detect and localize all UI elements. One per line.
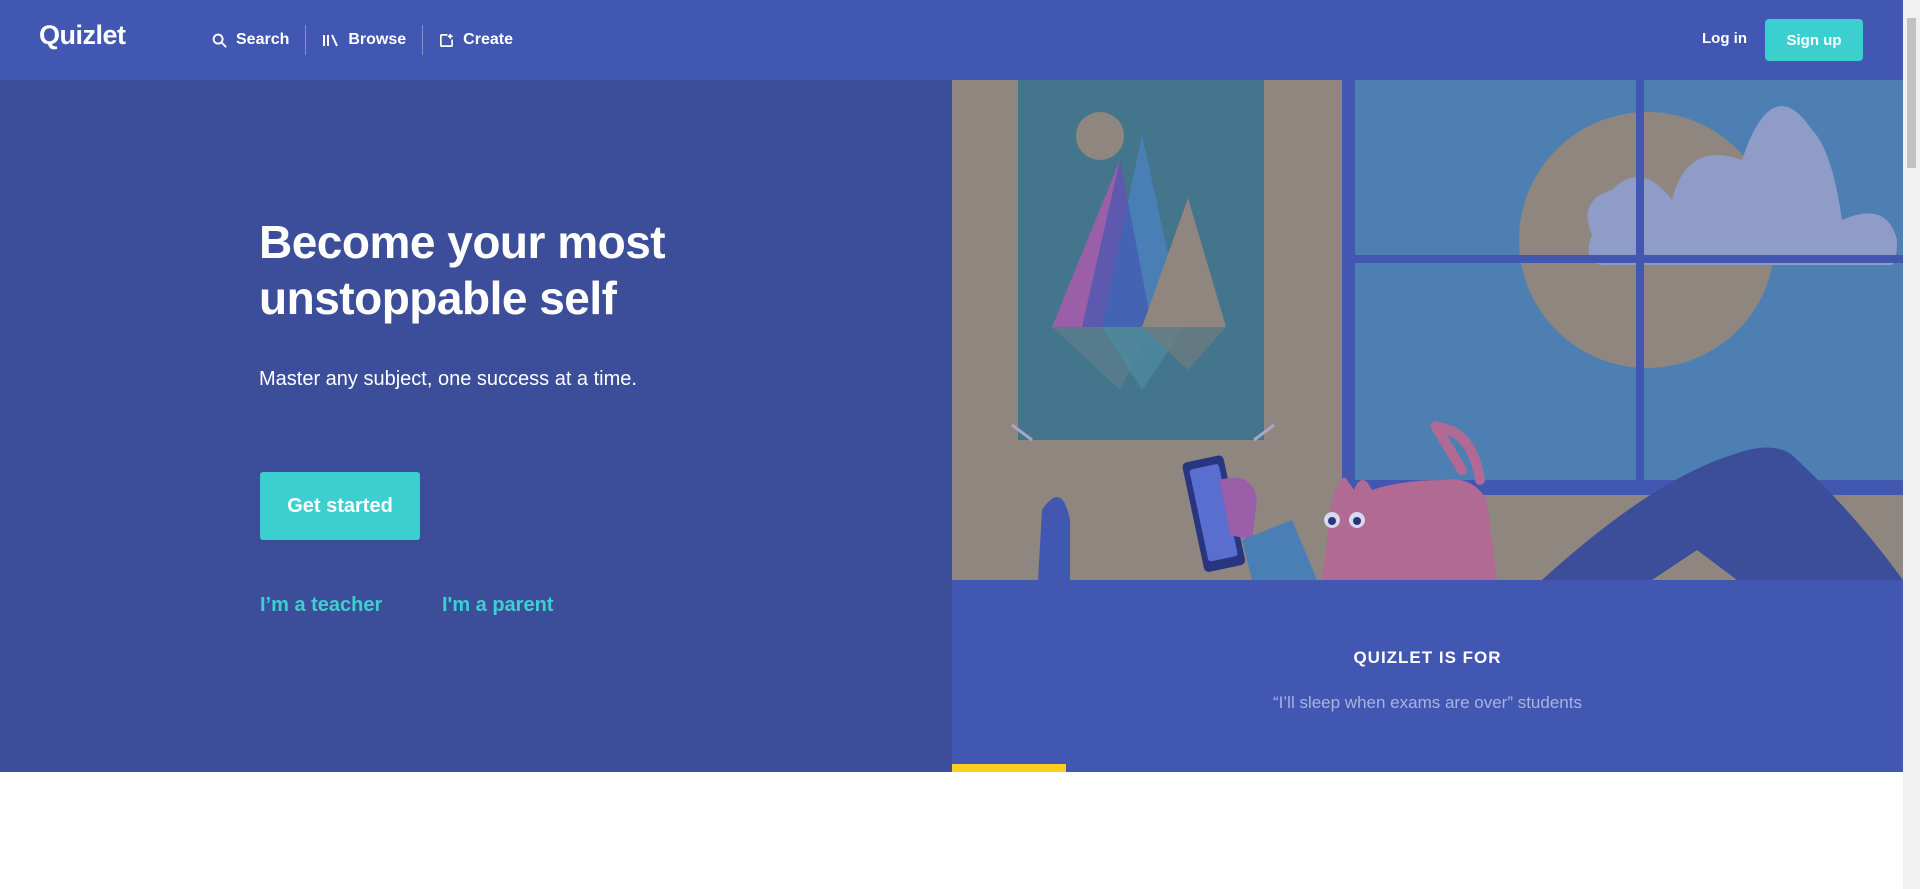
hero-section: Become your most unstoppable self Master… <box>0 80 952 772</box>
quizlet-logo[interactable]: Quizlet <box>39 20 126 51</box>
quizlet-is-for-panel: QUIZLET IS FOR “I’ll sleep when exams ar… <box>952 580 1903 772</box>
signup-button[interactable]: Sign up <box>1765 19 1863 61</box>
hero-illustration-panel: QUIZLET IS FOR “I’ll sleep when exams ar… <box>952 80 1903 772</box>
hero-title: Become your most unstoppable self <box>259 216 666 324</box>
page: Quizlet Search Browse Create Log in Sign… <box>0 0 1903 889</box>
quizlet-is-for-quote: “I’ll sleep when exams are over” student… <box>1273 693 1582 712</box>
nav-browse-label: Browse <box>348 31 407 48</box>
quizlet-is-for-heading: QUIZLET IS FOR <box>1353 648 1502 667</box>
study-room-illustration <box>952 80 1903 580</box>
nav-search-label: Search <box>236 31 290 48</box>
top-navigation-bar: Quizlet Search Browse Create Log in Sign… <box>0 0 1903 80</box>
hero-subtitle: Master any subject, one success at a tim… <box>259 368 637 390</box>
rotator-progress-fill <box>952 764 1067 772</box>
teacher-link[interactable]: I’m a teacher <box>260 594 382 617</box>
nav-browse[interactable]: Browse <box>306 23 422 57</box>
page-scrollbar[interactable] <box>1903 0 1920 889</box>
library-icon <box>323 34 339 46</box>
login-link[interactable]: Log in <box>1702 30 1747 47</box>
create-icon <box>440 33 454 47</box>
scrollbar-thumb[interactable] <box>1907 18 1916 168</box>
nav-create-label: Create <box>463 31 513 48</box>
main-nav: Search Browse Create <box>196 0 529 80</box>
search-icon <box>212 33 227 48</box>
nav-search[interactable]: Search <box>196 23 305 57</box>
nav-create[interactable]: Create <box>423 23 529 57</box>
parent-link[interactable]: I'm a parent <box>442 594 553 617</box>
get-started-button[interactable]: Get started <box>260 472 420 540</box>
rotator-progress-track <box>952 764 1903 772</box>
